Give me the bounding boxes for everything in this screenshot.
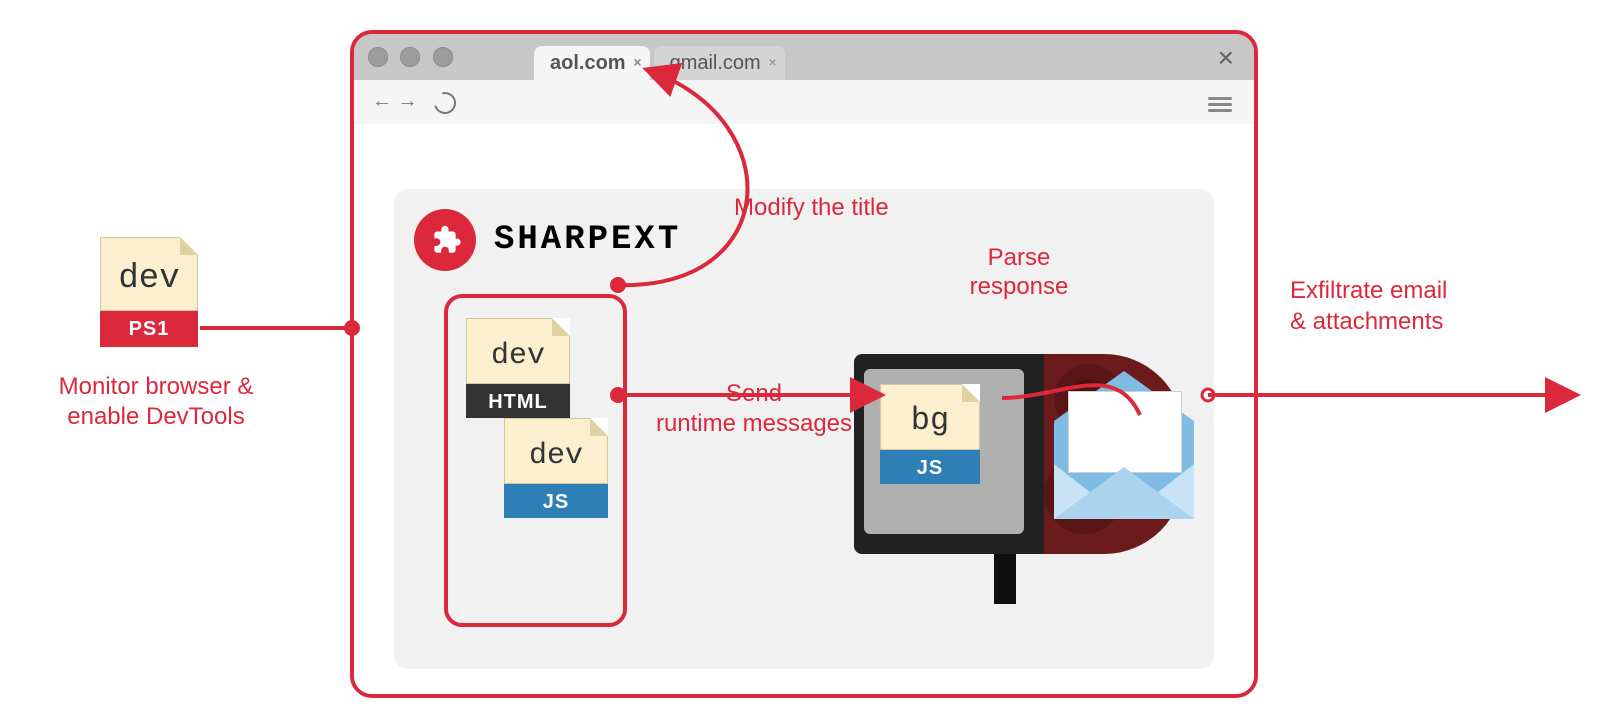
file-band-ps1: PS1 — [100, 311, 198, 347]
label-line-1: Parse — [988, 244, 1051, 271]
hamburger-icon[interactable] — [1208, 94, 1232, 115]
label-line-2: runtime messages — [656, 410, 852, 437]
label-line-2: & attachments — [1290, 308, 1443, 335]
diagram-stage: { "left_file": { "label": "dev", "band":… — [0, 0, 1600, 722]
label-send-runtime: Send runtime messages — [644, 379, 864, 439]
envelope-front — [1054, 464, 1194, 519]
dev-scripts-box: dev HTML dev JS — [444, 294, 627, 627]
label-modify-title: Modify the title — [734, 194, 889, 222]
file-body: bg — [880, 384, 980, 450]
file-body: dev — [504, 418, 608, 484]
nav-arrows-icon[interactable]: ← → — [372, 90, 418, 113]
extension-name: SHARPEXT — [494, 221, 681, 259]
window-dot-icon — [368, 47, 388, 67]
dev-html-file-icon: dev HTML — [466, 318, 570, 418]
label-line-1: Send — [726, 380, 782, 407]
label-line-1: Exfiltrate email — [1290, 277, 1447, 304]
ps1-file-icon: dev PS1 — [100, 237, 198, 347]
mailbox-icon: bg JS — [854, 324, 1194, 614]
extension-badge: SHARPEXT — [414, 209, 681, 271]
close-tab-icon[interactable]: × — [769, 54, 777, 70]
file-band-html: HTML — [466, 384, 570, 418]
file-label: bg — [881, 402, 979, 439]
file-label: dev — [467, 339, 569, 373]
label-exfiltrate: Exfiltrate email & attachments — [1290, 275, 1447, 337]
label-monitor-browser: Monitor browser & enable DevTools — [26, 372, 286, 432]
mailbox-post — [994, 554, 1016, 604]
extension-circle — [414, 209, 476, 271]
label-line-2: response — [970, 273, 1069, 300]
close-tab-icon[interactable]: × — [633, 54, 641, 70]
window-dot-icon — [433, 47, 453, 67]
file-band-js: JS — [880, 450, 980, 484]
tab-label: gmail.com — [670, 52, 761, 75]
browser-page: SHARPEXT dev HTML dev JS Modify the titl… — [354, 124, 1254, 694]
tab-gmail[interactable]: gmail.com × — [654, 46, 785, 80]
file-band-js: JS — [504, 484, 608, 518]
puzzle-icon — [428, 223, 462, 257]
tab-aol[interactable]: aol.com × — [534, 46, 650, 80]
label-parse-response: Parse response — [919, 244, 1119, 302]
browser-window: aol.com × gmail.com × × ← → — [350, 30, 1258, 698]
browser-titlebar: aol.com × gmail.com × × — [354, 34, 1254, 80]
tab-label: aol.com — [550, 52, 626, 75]
bg-js-file-icon: bg JS — [880, 384, 980, 484]
tab-strip: aol.com × gmail.com × — [534, 34, 789, 80]
envelope-letter — [1068, 391, 1182, 473]
label-line-1: Monitor browser & — [59, 373, 254, 400]
file-label: dev — [101, 260, 197, 298]
envelope-icon — [1054, 419, 1194, 519]
window-controls — [368, 47, 461, 72]
file-body: dev — [466, 318, 570, 384]
close-window-icon[interactable]: × — [1218, 42, 1234, 74]
file-body: dev — [100, 237, 198, 311]
dev-js-file-icon: dev JS — [504, 418, 608, 518]
label-line-2: enable DevTools — [67, 403, 244, 430]
reload-icon[interactable] — [430, 88, 460, 118]
browser-toolbar: ← → — [354, 80, 1254, 125]
window-dot-icon — [400, 47, 420, 67]
file-label: dev — [505, 439, 607, 473]
